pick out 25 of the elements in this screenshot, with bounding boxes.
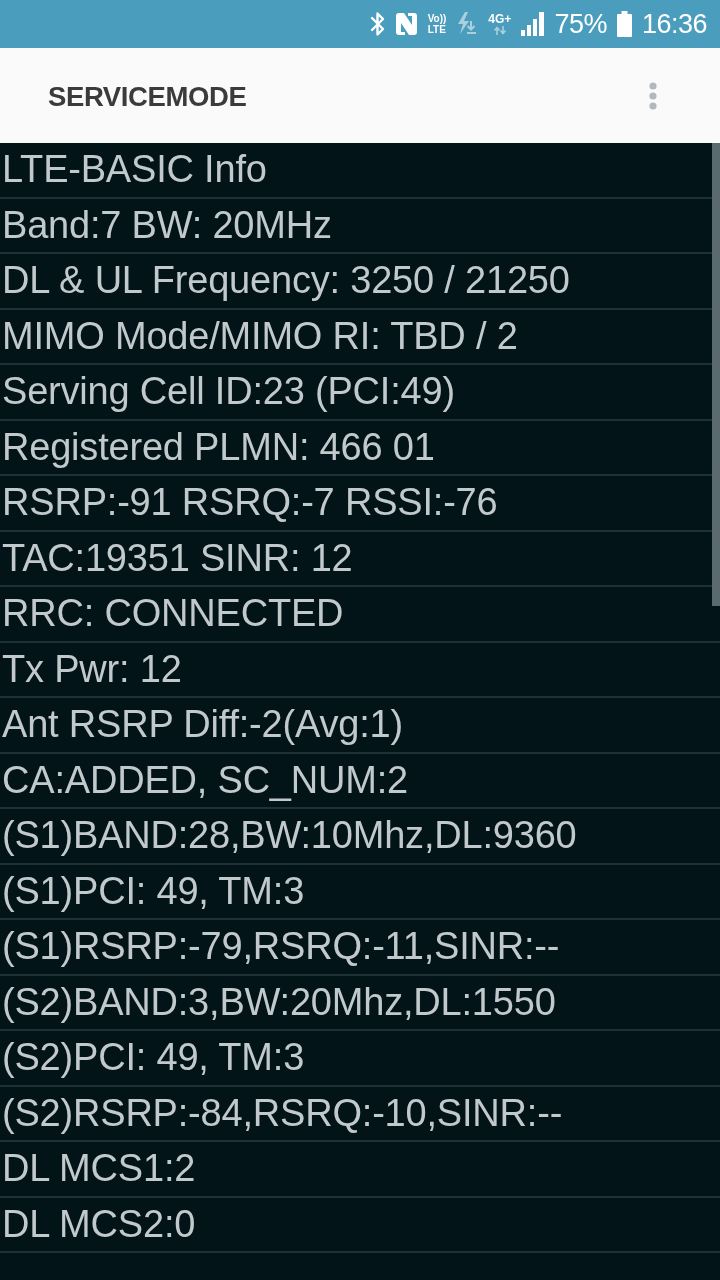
signal-icon — [521, 12, 545, 36]
volte-indicator: Vo)) LTE — [427, 13, 447, 35]
info-row: DL MCS2:0 — [0, 1197, 720, 1253]
more-options-button[interactable] — [646, 80, 660, 111]
info-row: (S2)RSRP:-84,RSRQ:-10,SINR:-- — [0, 1086, 720, 1142]
app-title: SERVICEMODE — [48, 79, 247, 113]
info-row: (S2)BAND:3,BW:20Mhz,DL:1550 — [0, 975, 720, 1031]
bluetooth-icon — [369, 11, 385, 37]
info-row: CA:ADDED, SC_NUM:2 — [0, 753, 720, 809]
info-row: (S1)BAND:28,BW:10Mhz,DL:9360 — [0, 809, 720, 865]
info-row: Ant RSRP Diff:-2(Avg:1) — [0, 698, 720, 754]
battery-icon — [616, 11, 632, 37]
bolt-download-icon — [456, 11, 479, 37]
info-row: RRC: CONNECTED — [0, 587, 720, 643]
clock-time: 16:36 — [641, 8, 707, 40]
info-row: Tx Pwr: 12 — [0, 642, 720, 698]
info-row: DL MCS1:2 — [0, 1142, 720, 1198]
info-row: (S1)RSRP:-79,RSRQ:-11,SINR:-- — [0, 920, 720, 976]
network-type-label: 4G+ — [488, 13, 512, 26]
battery-percent: 75% — [554, 8, 607, 40]
nfc-icon — [394, 12, 418, 36]
more-vert-icon — [649, 81, 657, 110]
info-row: (S1)PCI: 49, TM:3 — [0, 864, 720, 920]
data-activity-icon — [491, 26, 508, 35]
info-row: (S2)PCI: 49, TM:3 — [0, 1031, 720, 1087]
